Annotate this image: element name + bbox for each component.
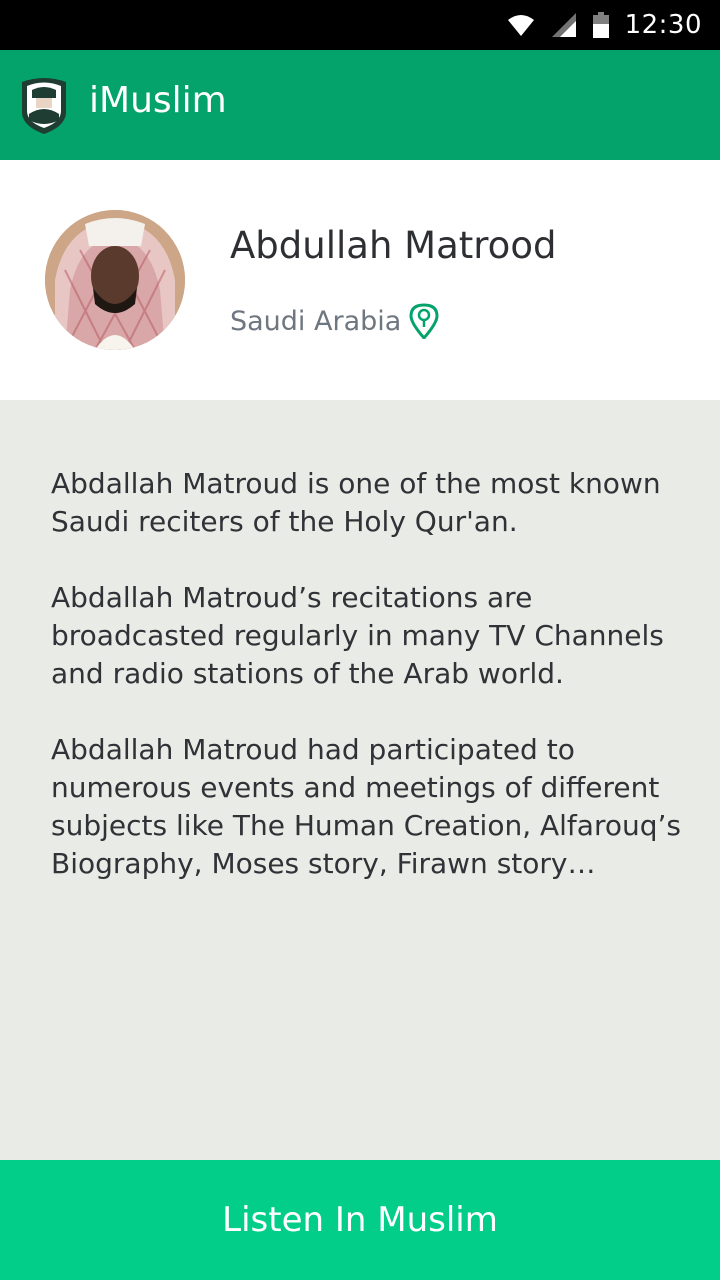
bio-paragraph: Abdallah Matroud’s recitations are broad… <box>51 581 664 690</box>
profile-country: Saudi Arabia <box>230 305 402 337</box>
wifi-icon <box>507 15 534 36</box>
battery-icon <box>592 12 609 38</box>
signal-icon <box>551 13 576 37</box>
status-bar: 12:30 <box>0 0 720 50</box>
bio-paragraph: Abdallah Matroud is one of the most know… <box>51 467 661 538</box>
profile-name: Abdullah Matrood <box>230 224 557 267</box>
profile-location: Saudi Arabia <box>230 303 439 339</box>
avatar <box>45 210 185 350</box>
listen-in-muslim-button[interactable]: Listen In Muslim <box>0 1160 720 1280</box>
app-title: iMuslim <box>89 80 227 121</box>
app-bar: iMuslim <box>0 50 720 160</box>
location-pin-icon[interactable] <box>409 303 439 339</box>
bio-paragraph: Abdallah Matroud had participated to num… <box>51 733 681 880</box>
status-time: 12:30 <box>624 10 702 40</box>
muslim-man-logo-icon <box>22 78 66 134</box>
bio-text: Abdallah Matroud is one of the most know… <box>51 465 681 921</box>
profile-card: Abdullah Matrood Saudi Arabia <box>0 160 720 400</box>
